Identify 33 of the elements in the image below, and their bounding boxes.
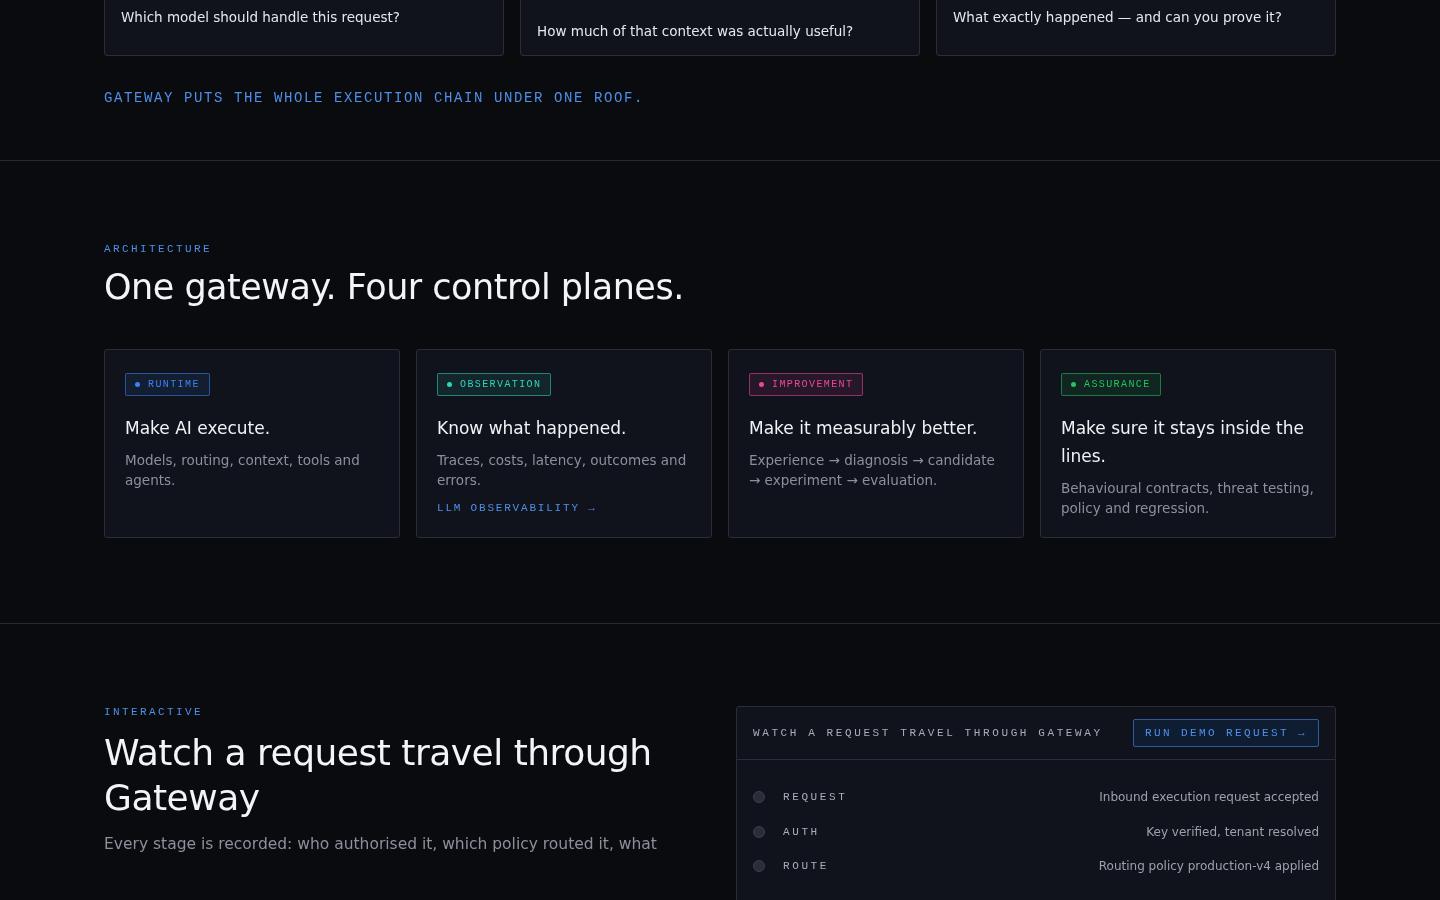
section-heading: One gateway. Four control planes. xyxy=(104,267,685,307)
plane-description: Models, routing, context, tools and agents. xyxy=(125,451,361,490)
question-text: Which model should handle this request? xyxy=(121,9,400,25)
plane-link[interactable]: LLM OBSERVABILITY → xyxy=(437,502,597,514)
stage-detail: Routing policy production-v4 applied xyxy=(1098,859,1319,874)
timeline-node-icon xyxy=(753,860,765,873)
plane-title: Make it measurably better. xyxy=(749,417,979,440)
question-text: What exactly happened — and can you prove it? xyxy=(953,9,1282,25)
stage-name: AUTH xyxy=(783,825,820,838)
plane-description: Behavioural contracts, threat testing, policy and regression. xyxy=(1061,479,1315,518)
tag-label: ASSURANCE xyxy=(1084,379,1151,390)
stage-detail: Key verified, tenant resolved xyxy=(1146,824,1319,839)
section-description: Every stage is recorded: who authorised it, which policy routed it, what xyxy=(104,834,658,855)
plane-title: Make AI execute. xyxy=(125,417,272,440)
stage-name: ROUTE xyxy=(783,860,829,873)
tag-label: RUNTIME xyxy=(148,379,200,390)
tag-label: OBSERVATION xyxy=(460,379,542,390)
timeline-node-icon xyxy=(753,791,765,804)
tagline: GATEWAY PUTS THE WHOLE EXECUTION CHAIN UNDER ONE ROOF. xyxy=(104,90,646,106)
panel-title: WATCH A REQUEST TRAVEL THROUGH GATEWAY xyxy=(753,727,1103,739)
plane-description: Traces, costs, latency, outcomes and errors. xyxy=(437,451,688,490)
plane-description: Experience → diagnosis → candidate → experiment → evaluation. xyxy=(749,451,996,490)
stage-name: REQUEST xyxy=(783,791,848,804)
tag-label: IMPROVEMENT xyxy=(772,379,854,390)
plane-title: Know what happened. xyxy=(437,417,628,440)
plane-title: Make sure it stays inside the lines. xyxy=(1061,417,1305,468)
section-eyebrow: ARCHITECTURE xyxy=(104,243,213,255)
section-eyebrow: INTERACTIVE xyxy=(104,706,204,718)
section-heading: Watch a request travel through Gateway xyxy=(104,731,653,820)
stage-detail: Inbound execution request accepted xyxy=(1099,790,1319,805)
run-demo-button[interactable]: RUN DEMO REQUEST → xyxy=(1132,719,1319,747)
timeline-node-icon xyxy=(753,825,765,838)
question-text: How much of that context was actually useful? xyxy=(537,23,855,39)
